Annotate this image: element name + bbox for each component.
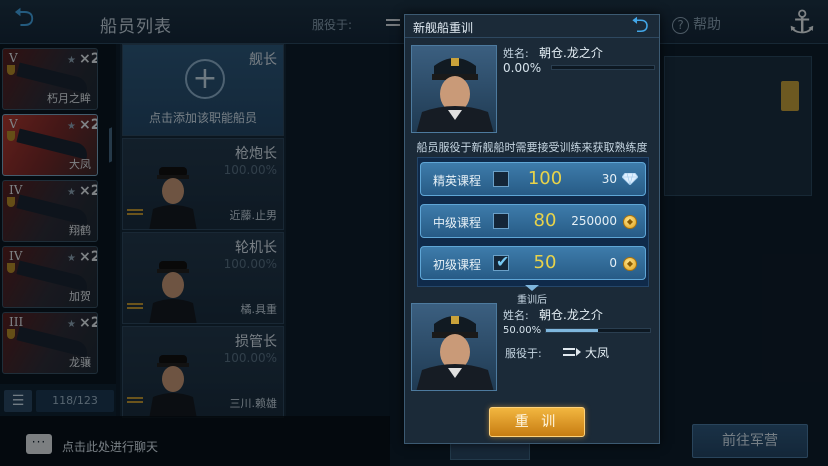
proficiency-bar-fill [546, 329, 598, 332]
hint-text: 船员服役于新舰船时需要接受训练来获取熟练度 [416, 141, 648, 154]
course-cost: 30 [601, 172, 617, 186]
name-label: 姓名: [503, 309, 529, 322]
proficiency-bar [551, 65, 655, 70]
serving-label: 服役于: [505, 347, 542, 360]
course-option-elite[interactable]: 精英课程 100 30 [420, 162, 646, 196]
coin-icon: ◆ [623, 215, 637, 229]
divider [405, 37, 659, 38]
proficiency-value: 0.00% [503, 61, 542, 75]
course-option-basic[interactable]: 初级课程 ✔ 50 0 ◆ [420, 246, 646, 280]
arrow-right-icon [576, 348, 581, 356]
course-list: 精英课程 100 30 中级课程 80 250000 ◆ 初级课程 ✔ 50 0… [417, 157, 649, 287]
course-name: 精英课程 [433, 174, 482, 188]
assigned-ship: 大凤 [585, 346, 610, 360]
course-points: 80 [533, 210, 557, 231]
officer-portrait-after [411, 303, 497, 391]
officer-portrait-image [416, 316, 494, 390]
coin-icon: ◆ [623, 257, 637, 271]
course-checkbox[interactable]: ✔ [493, 252, 510, 271]
course-name: 初级课程 [433, 258, 482, 272]
course-cost: 250000 [571, 214, 617, 228]
retrain-dialog: 新舰船重训 ⮌ 姓名: 朝仓.龙之介 0.00% 船员服役于新舰船时需要接受训练… [404, 14, 660, 444]
ship-tag-icon [563, 348, 575, 356]
course-option-intermediate[interactable]: 中级课程 80 250000 ◆ [420, 204, 646, 238]
diamond-icon [622, 173, 638, 185]
proficiency-value: 50.00% [503, 325, 542, 336]
officer-portrait-before [411, 45, 497, 133]
course-cost: 0 [609, 256, 617, 270]
officer-portrait-image [416, 58, 494, 132]
course-points: 100 [527, 168, 563, 189]
checkmark-icon: ✔ [496, 252, 510, 271]
retrain-button[interactable]: 重 训 [489, 407, 585, 437]
officer-name: 朝仓.龙之介 [539, 308, 603, 322]
name-label: 姓名: [503, 47, 529, 60]
back-arrow-icon[interactable]: ⮌ [627, 15, 653, 37]
course-checkbox[interactable] [493, 213, 509, 229]
course-name: 中级课程 [433, 216, 482, 230]
officer-name: 朝仓.龙之介 [539, 46, 603, 60]
course-points: 50 [533, 252, 557, 273]
dialog-title: 新舰船重训 [413, 21, 474, 35]
course-checkbox[interactable] [493, 171, 509, 187]
proficiency-bar [545, 328, 651, 333]
